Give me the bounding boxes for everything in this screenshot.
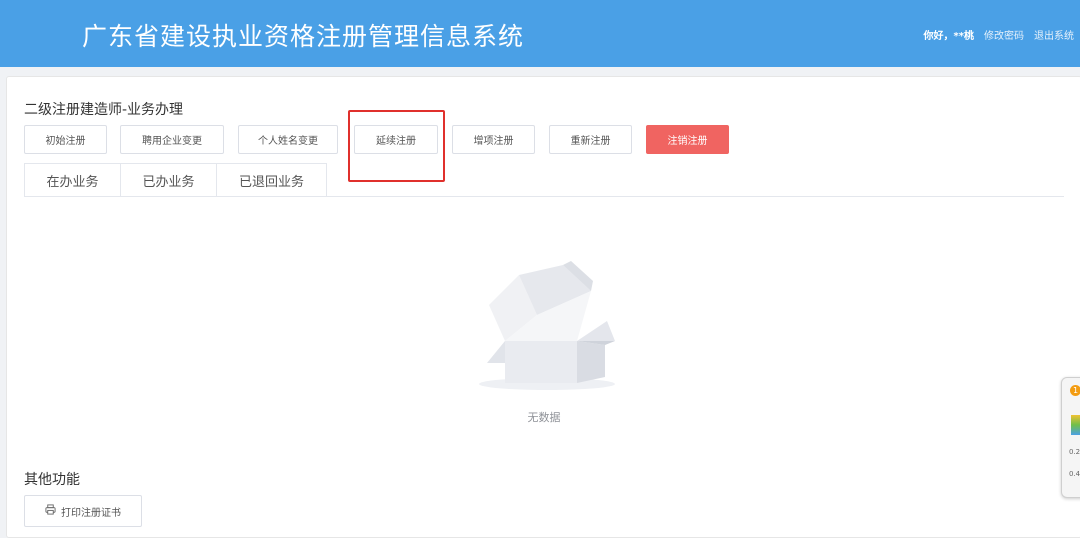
tab-completed[interactable]: 已办业务 [120, 163, 217, 197]
business-tabs: 在办业务 已办业务 已退回业务 [24, 163, 327, 197]
re-registration-button[interactable]: 重新注册 [549, 125, 632, 154]
widget-bar [1071, 415, 1080, 435]
print-certificate-label: 打印注册证书 [61, 507, 121, 519]
empty-box-icon [467, 245, 627, 395]
highlight-annotation [348, 110, 445, 182]
section-title: 二级注册建造师-业务办理 [24, 102, 184, 118]
name-change-button[interactable]: 个人姓名变更 [238, 125, 338, 154]
tab-returned[interactable]: 已退回业务 [216, 163, 327, 197]
widget-value-1: 0.2 [1069, 448, 1080, 456]
user-area: 你好，**桃 修改密码 退出系统 [924, 27, 1074, 42]
user-greeting: 你好，**桃 [923, 31, 974, 42]
logout-link[interactable]: 退出系统 [1034, 27, 1074, 42]
top-header: 广东省建设执业资格注册管理信息系统 你好，**桃 修改密码 退出系统 [0, 0, 1080, 67]
main-panel: 二级注册建造师-业务办理 初始注册 聘用企业变更 个人姓名变更 延续注册 增项注… [6, 76, 1080, 538]
widget-value-2: 0.4 [1069, 470, 1080, 478]
system-title: 广东省建设执业资格注册管理信息系统 [82, 22, 525, 51]
print-certificate-button[interactable]: 打印注册证书 [24, 495, 142, 527]
floating-widget[interactable]: 1 0.2 0.4 [1061, 377, 1080, 498]
other-functions-title: 其他功能 [24, 472, 80, 488]
widget-badge: 1 [1070, 385, 1080, 396]
printer-icon [45, 504, 56, 518]
change-password-link[interactable]: 修改密码 [984, 27, 1024, 42]
initial-registration-button[interactable]: 初始注册 [24, 125, 107, 154]
empty-text: 无数据 [527, 411, 561, 424]
tab-in-progress[interactable]: 在办业务 [24, 163, 121, 197]
employer-change-button[interactable]: 聘用企业变更 [120, 125, 224, 154]
tabs-divider [24, 196, 1064, 197]
additional-registration-button[interactable]: 增项注册 [452, 125, 535, 154]
cancel-registration-button[interactable]: 注销注册 [646, 125, 729, 154]
